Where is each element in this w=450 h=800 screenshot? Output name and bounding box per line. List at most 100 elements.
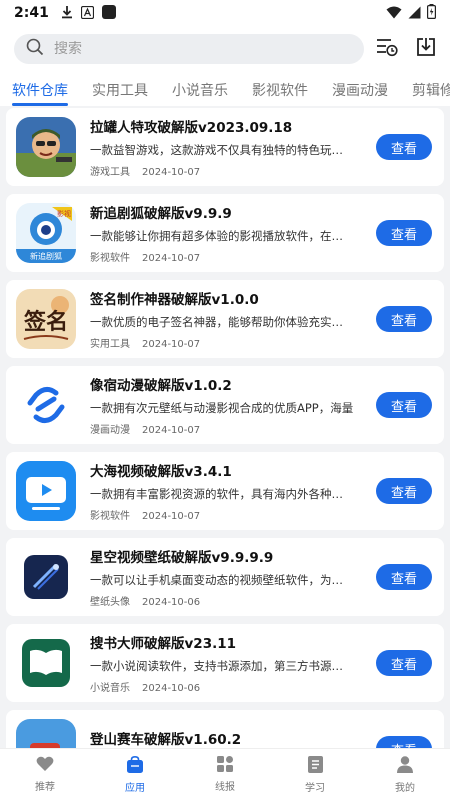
app-info: 大海视频破解版v3.4.1 一款拥有丰富影视资源的软件，具有海内外各种题材 影视软件… xyxy=(90,460,354,522)
app-card[interactable]: 影视 新追剧狐 新追剧狐破解版v9.9.9 一款能够让你拥有超多体验的影视播放软件，在… xyxy=(6,194,444,272)
game-soldier-icon[interactable] xyxy=(16,117,76,177)
battery-icon xyxy=(427,3,437,23)
search-input[interactable] xyxy=(54,41,334,57)
filter-history-icon[interactable] xyxy=(376,37,398,61)
app-description: 一款能够让你拥有超多体验的影视播放软件，在这里 xyxy=(90,229,354,243)
app-meta: 实用工具 2024-10-07 xyxy=(90,335,354,350)
app-title[interactable]: 大海视频破解版v3.4.1 xyxy=(90,460,354,480)
view-button[interactable]: 查看 xyxy=(376,306,432,332)
app-meta: 影视软件 2024-10-07 xyxy=(90,507,354,522)
app-category: 影视软件 xyxy=(90,253,130,264)
app-title[interactable]: 星空视频壁纸破解版v9.9.9.9 xyxy=(90,546,354,566)
search-bar[interactable] xyxy=(14,34,364,64)
video-play-icon[interactable] xyxy=(16,461,76,521)
signature-icon[interactable]: 签名 xyxy=(16,289,76,349)
nav-label: 线报 xyxy=(215,782,235,793)
hill-racing-icon[interactable] xyxy=(16,719,76,748)
fox-tv-icon[interactable]: 影视新追剧狐 xyxy=(16,203,76,263)
download-icon xyxy=(61,4,73,23)
app-date: 2024-10-07 xyxy=(142,339,201,350)
view-button[interactable]: 查看 xyxy=(376,650,432,676)
app-title[interactable]: 新追剧狐破解版v9.9.9 xyxy=(90,202,354,222)
app-category: 小说音乐 xyxy=(90,683,130,694)
app-card[interactable]: 大海视频破解版v3.4.1 一款拥有丰富影视资源的软件，具有海内外各种题材 影视软件… xyxy=(6,452,444,530)
star-wallpaper-icon[interactable] xyxy=(16,547,76,607)
view-button[interactable]: 查看 xyxy=(376,478,432,504)
app-info: 新追剧狐破解版v9.9.9 一款能够让你拥有超多体验的影视播放软件，在这里 影视软件… xyxy=(90,202,354,264)
app-category: 漫画动漫 xyxy=(90,425,130,436)
app-description: 一款可以让手机桌面变动态的视频壁纸软件，为用户 xyxy=(90,573,354,587)
status-bar: 2:41 xyxy=(0,0,450,26)
view-button[interactable]: 查看 xyxy=(376,392,432,418)
tab-1[interactable]: 实用工具 xyxy=(92,72,148,106)
heart-icon xyxy=(36,756,54,775)
app-info: 登山赛车破解版v1.60.2 xyxy=(90,728,354,748)
tab-5[interactable]: 剪辑修图 xyxy=(412,72,450,106)
tab-2[interactable]: 小说音乐 xyxy=(172,72,228,106)
app-date: 2024-10-07 xyxy=(142,253,201,264)
app-description: 一款益智游戏，这款游戏不仅具有独特的特色玩法， xyxy=(90,143,354,157)
app-title[interactable]: 搜书大师破解版v23.11 xyxy=(90,632,354,652)
wifi-icon xyxy=(386,4,402,23)
app-list: 拉罐人特攻破解版v2023.09.18 一款益智游戏，这款游戏不仅具有独特的特色玩… xyxy=(0,108,450,748)
tab-3[interactable]: 影视软件 xyxy=(252,72,308,106)
view-button[interactable]: 查看 xyxy=(376,134,432,160)
app-card[interactable]: 像宿动漫破解版v1.0.2 一款拥有次元壁纸与动漫影视合成的优质APP，海量 漫画动… xyxy=(6,366,444,444)
app-info: 拉罐人特攻破解版v2023.09.18 一款益智游戏，这款游戏不仅具有独特的特色玩… xyxy=(90,116,354,178)
app-card[interactable]: 搜书大师破解版v23.11 一款小说阅读软件，支持书源添加，第三方书源导入 小说音乐… xyxy=(6,624,444,702)
app-meta: 壁纸头像 2024-10-06 xyxy=(90,593,354,608)
app-date: 2024-10-06 xyxy=(142,683,201,694)
app-card[interactable]: 登山赛车破解版v1.60.2 查看 xyxy=(6,710,444,748)
font-a-icon xyxy=(80,4,94,23)
search-header xyxy=(0,26,450,72)
nav-item-4[interactable]: 我的 xyxy=(360,749,450,800)
app-title[interactable]: 像宿动漫破解版v1.0.2 xyxy=(90,374,354,394)
app-meta: 影视软件 2024-10-07 xyxy=(90,249,354,264)
app-meta: 小说音乐 2024-10-06 xyxy=(90,679,354,694)
nav-label: 学习 xyxy=(305,782,325,794)
s-logo-icon[interactable] xyxy=(16,375,76,435)
app-card[interactable]: 星空视频壁纸破解版v9.9.9.9 一款可以让手机桌面变动态的视频壁纸软件，为用户… xyxy=(6,538,444,616)
app-category: 壁纸头像 xyxy=(90,597,130,608)
app-title[interactable]: 签名制作神器破解版v1.0.0 xyxy=(90,288,354,308)
svg-text:新追剧狐: 新追剧狐 xyxy=(30,251,62,261)
signal-icon xyxy=(408,4,421,23)
nav-item-1[interactable]: 应用 xyxy=(90,749,180,800)
view-button[interactable]: 查看 xyxy=(376,220,432,246)
app-date: 2024-10-07 xyxy=(142,425,201,436)
app-card[interactable]: 签名 签名制作神器破解版v1.0.0 一款优质的电子签名神器，能够帮助你体验充实简单… xyxy=(6,280,444,358)
app-card[interactable]: 拉罐人特攻破解版v2023.09.18 一款益智游戏，这款游戏不仅具有独特的特色玩… xyxy=(6,108,444,186)
app-description: 一款拥有次元壁纸与动漫影视合成的优质APP，海量 xyxy=(90,401,354,415)
category-tabs: 软件仓库实用工具小说音乐影视软件漫画动漫剪辑修图 xyxy=(0,72,450,106)
download-manager-icon[interactable] xyxy=(416,37,436,61)
nav-label: 我的 xyxy=(395,782,415,794)
tab-0[interactable]: 软件仓库 xyxy=(12,72,68,106)
app-bag-icon xyxy=(127,755,143,776)
app-title[interactable]: 登山赛车破解版v1.60.2 xyxy=(90,728,354,748)
app-category: 影视软件 xyxy=(90,511,130,522)
tab-4[interactable]: 漫画动漫 xyxy=(332,72,388,106)
view-button[interactable]: 查看 xyxy=(376,564,432,590)
app-date: 2024-10-07 xyxy=(142,511,201,522)
app-category: 游戏工具 xyxy=(90,167,130,178)
person-icon xyxy=(397,755,413,776)
app-title[interactable]: 拉罐人特攻破解版v2023.09.18 xyxy=(90,116,354,136)
book-icon[interactable] xyxy=(16,633,76,693)
app-info: 星空视频壁纸破解版v9.9.9.9 一款可以让手机桌面变动态的视频壁纸软件，为用户… xyxy=(90,546,354,608)
app-info: 签名制作神器破解版v1.0.0 一款优质的电子签名神器，能够帮助你体验充实简单 实用… xyxy=(90,288,354,350)
svg-text:影视: 影视 xyxy=(57,209,71,218)
app-description: 一款优质的电子签名神器，能够帮助你体验充实简单 xyxy=(90,315,354,329)
search-icon xyxy=(26,38,44,60)
view-button[interactable]: 查看 xyxy=(376,736,432,748)
app-info: 搜书大师破解版v23.11 一款小说阅读软件，支持书源添加，第三方书源导入 小说音乐… xyxy=(90,632,354,694)
app-date: 2024-10-07 xyxy=(142,167,201,178)
nav-item-0[interactable]: 推荐 xyxy=(0,749,90,800)
nav-item-3[interactable]: 学习 xyxy=(270,749,360,800)
app-meta: 游戏工具 2024-10-07 xyxy=(90,163,354,178)
nav-label: 推荐 xyxy=(35,782,55,793)
nav-item-2[interactable]: 线报 xyxy=(180,749,270,800)
app-meta: 漫画动漫 2024-10-07 xyxy=(90,421,354,436)
bottom-navigation: 推荐 应用 线报 学习 我的 xyxy=(0,748,450,800)
app-notification-icon xyxy=(101,4,116,23)
nav-label: 应用 xyxy=(125,782,145,794)
